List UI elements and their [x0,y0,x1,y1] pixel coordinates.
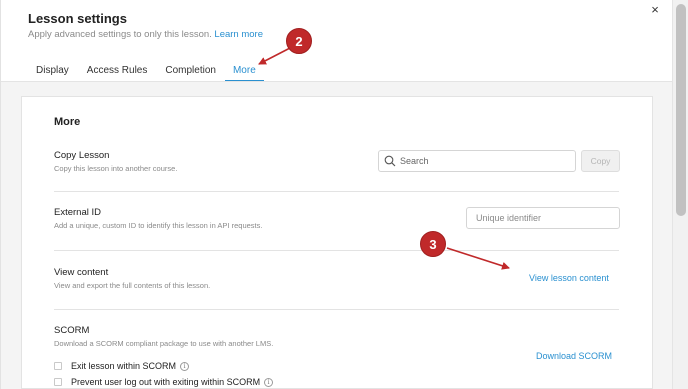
prevent-logout-label: Prevent user log out with exiting within… [71,377,261,387]
copy-button[interactable]: Copy [581,150,620,172]
divider [54,250,619,251]
modal-subtitle: Apply advanced settings to only this les… [28,29,263,40]
search-icon [384,155,396,167]
divider [54,191,619,192]
external-id-desc: Add a unique, custom ID to identify this… [54,221,263,230]
search-placeholder: Search [400,156,429,166]
tab-display[interactable]: Display [27,58,78,82]
annotation-badge-3: 3 [420,231,446,257]
exit-lesson-scorm-option[interactable]: Exit lesson within SCORM i [54,360,190,372]
exit-lesson-label: Exit lesson within SCORM [71,361,177,371]
prevent-logout-scorm-option[interactable]: Prevent user log out with exiting within… [54,376,274,388]
external-id-input[interactable]: Unique identifier [466,207,620,229]
modal-subtitle-text: Apply advanced settings to only this les… [28,29,212,40]
modal-title: Lesson settings [28,11,127,26]
scorm-title: SCORM [54,325,90,336]
info-icon[interactable]: i [180,361,190,371]
scrollbar-thumb[interactable] [676,4,686,216]
download-scorm-link[interactable]: Download SCORM [536,351,612,361]
copy-lesson-title: Copy Lesson [54,150,110,161]
copy-lesson-desc: Copy this lesson into another course. [54,164,178,173]
prevent-logout-checkbox[interactable] [54,378,62,386]
panel-title: More [54,116,81,128]
annotation-badge-2: 2 [286,28,312,54]
copy-lesson-search-input[interactable]: Search [378,150,576,172]
learn-more-link[interactable]: Learn more [214,29,263,40]
info-icon[interactable]: i [264,377,274,387]
tab-more[interactable]: More [224,58,264,82]
close-icon[interactable]: × [648,3,662,17]
divider [54,309,619,310]
lesson-settings-modal: × Lesson settings Apply advanced setting… [0,0,673,389]
tab-completion[interactable]: Completion [156,58,225,82]
external-id-placeholder: Unique identifier [476,213,542,223]
exit-lesson-checkbox[interactable] [54,362,62,370]
view-content-desc: View and export the full contents of thi… [54,281,211,290]
scorm-desc: Download a SCORM compliant package to us… [54,339,274,348]
more-panel: More Copy Lesson Copy this lesson into a… [21,96,653,389]
tab-bar: Display Access Rules Completion More [27,58,264,82]
vertical-scrollbar[interactable] [672,0,688,389]
tab-access-rules[interactable]: Access Rules [78,58,157,82]
view-content-title: View content [54,267,109,278]
view-lesson-content-link[interactable]: View lesson content [529,273,609,283]
external-id-title: External ID [54,207,101,218]
